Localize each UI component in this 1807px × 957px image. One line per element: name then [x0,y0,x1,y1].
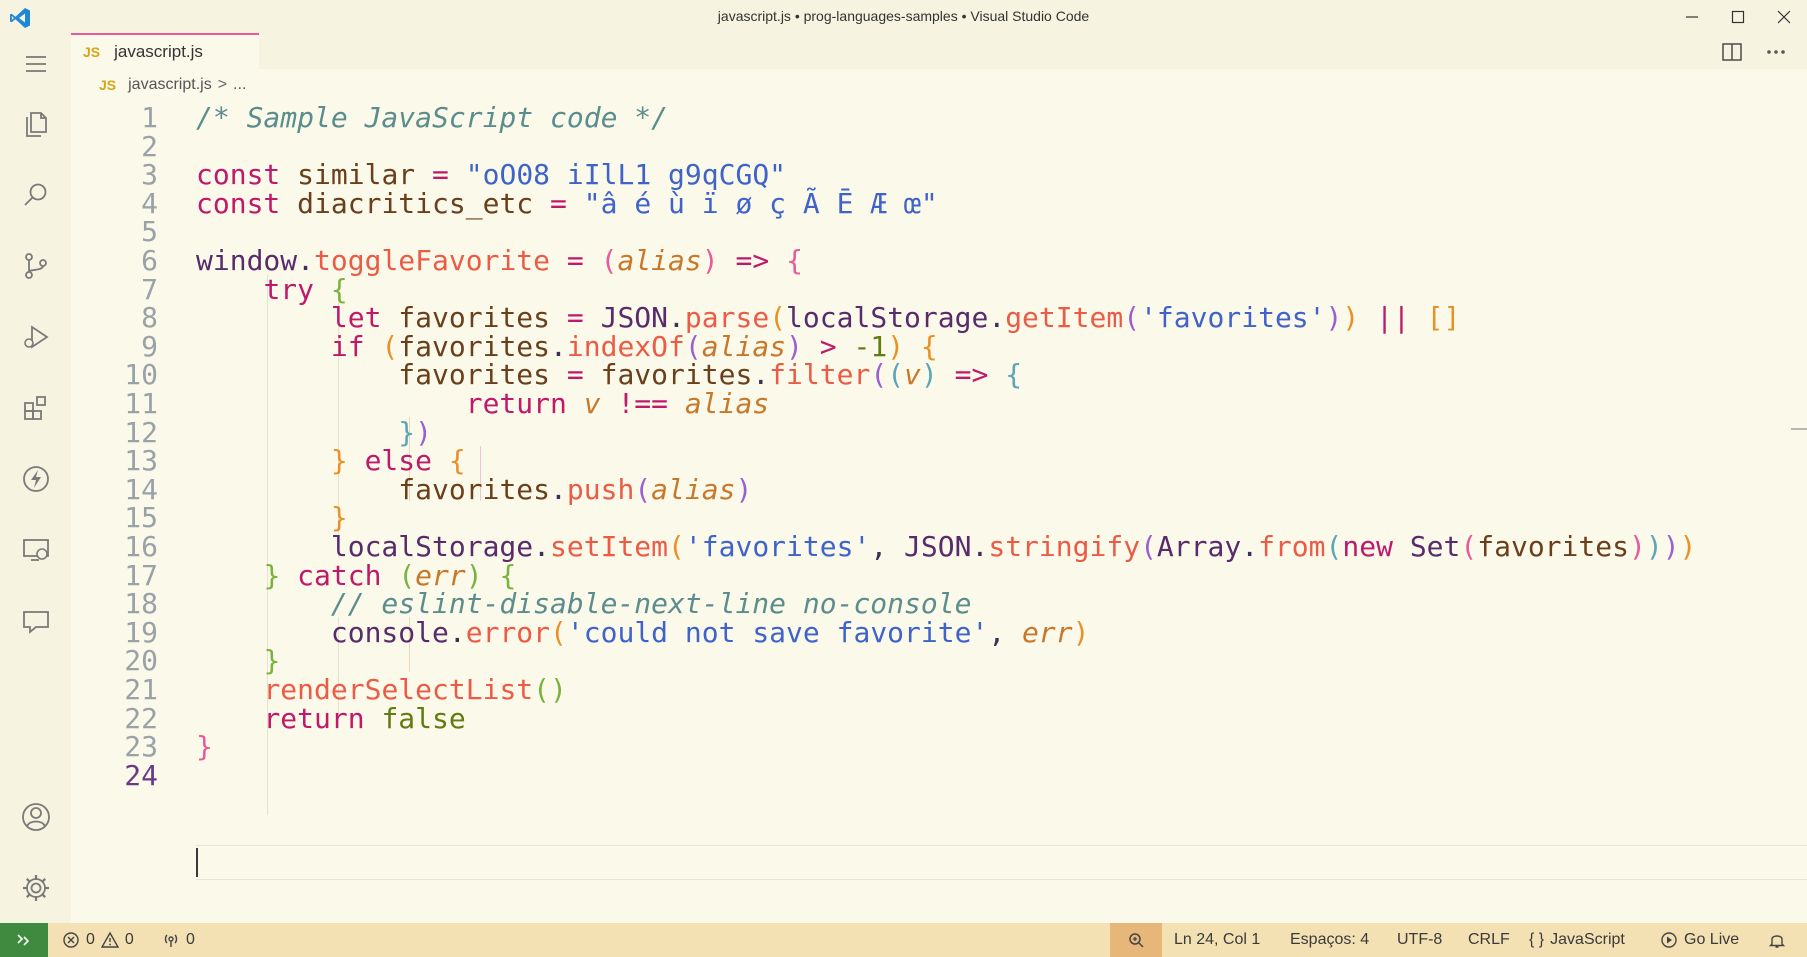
ports-indicator[interactable]: 0 [162,923,195,957]
encoding[interactable]: UTF-8 [1397,923,1442,957]
breadcrumb-file[interactable]: javascript.js [128,76,212,94]
thunder-icon [22,466,49,492]
comments-icon [22,611,49,634]
remote-explorer-icon [22,539,49,561]
gear-icon [22,875,49,901]
current-line-highlight [196,845,1807,880]
tab-javascript-js[interactable]: JS javascript.js [71,33,259,69]
go-live-button[interactable]: Go Live [1660,923,1739,957]
line-number: 24 [124,758,158,792]
status-bar: 0 0 0 Ln 24, Col 1 Espaços: 4 UTF-8 CRLF… [0,923,1807,957]
minimize-button[interactable] [1669,0,1715,33]
source-control-button[interactable] [0,238,71,294]
cursor-position[interactable]: Ln 24, Col 1 [1174,923,1260,957]
tab-bar: JS javascript.js [71,33,1807,69]
extensions-button[interactable] [0,380,71,436]
more-actions-icon[interactable] [1765,41,1787,63]
remote-explorer-button[interactable] [0,522,71,578]
notifications-button[interactable] [1768,923,1786,957]
remote-indicator[interactable] [0,923,48,957]
braces-icon: { } [1529,931,1545,948]
search-icon [23,183,46,206]
broadcast-icon [164,934,178,947]
window-title: javascript.js • prog-languages-samples •… [717,8,1090,24]
breadcrumb: JS javascript.js > ... [71,69,1807,101]
error-icon [63,932,79,948]
close-window-button[interactable] [1761,0,1807,33]
maximize-button[interactable] [1715,0,1761,33]
remote-icon [17,934,30,946]
split-editor-icon[interactable] [1721,41,1743,63]
warning-icon [100,931,119,948]
line-ending[interactable]: CRLF [1468,923,1510,957]
tab-label: javascript.js [114,42,203,61]
minimize-icon [1686,15,1698,18]
editor-actions [1721,41,1787,63]
code-editor[interactable]: 1/* Sample JavaScript code */2 3 const sim… [71,101,1807,923]
explorer-button[interactable] [0,96,71,152]
problems-indicator[interactable]: 0 0 [62,923,134,957]
menu-button[interactable] [0,36,71,92]
account-icon [21,803,50,831]
error-count: 0 [86,931,95,948]
code-line: 24 [71,759,1807,792]
language-mode[interactable]: { } JavaScript [1529,923,1625,957]
zoom-indicator[interactable] [1110,923,1162,957]
activity-bar [0,33,71,923]
hamburger-menu-icon [25,56,46,72]
run-debug-button[interactable] [0,309,71,365]
zoom-icon [1129,933,1144,948]
bell-icon [1768,935,1786,948]
js-file-icon: JS [99,77,117,93]
breadcrumb-separator: > [217,76,228,93]
account-button[interactable] [0,789,71,845]
scrollbar[interactable] [1791,101,1807,923]
manage-button[interactable] [0,860,71,916]
ports-count: 0 [186,931,195,948]
comments-button[interactable] [0,593,71,649]
warning-count: 0 [124,931,134,948]
source-control-icon [24,253,47,279]
title-bar: javascript.js • prog-languages-samples •… [0,0,1807,33]
js-file-icon: JS [83,44,101,60]
indentation[interactable]: Espaços: 4 [1290,923,1369,957]
go-live-label: Go Live [1684,931,1740,948]
close-icon [1777,10,1791,23]
maximize-icon [1731,10,1745,23]
language-label: JavaScript [1550,931,1625,948]
broadcast-live-icon [1661,932,1677,948]
extensions-icon [23,396,46,420]
search-button[interactable] [0,167,71,223]
run-debug-icon [23,325,49,349]
breadcrumb-symbols[interactable]: ... [233,76,246,94]
text-cursor [196,848,198,877]
explorer-icon [25,112,47,137]
thunder-client-button[interactable] [0,451,71,507]
